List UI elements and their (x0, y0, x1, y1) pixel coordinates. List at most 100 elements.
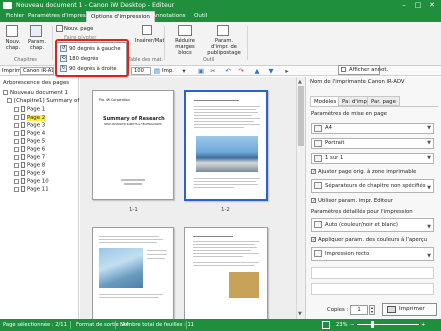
undo-icon[interactable]: ↶ (224, 67, 232, 75)
page-icon (21, 154, 25, 160)
zoom-out-icon[interactable]: − (350, 321, 354, 329)
insert-toc-button[interactable]: Insérer/Mat (135, 38, 165, 44)
scroll-thumb[interactable] (298, 86, 304, 146)
tree-page-10[interactable]: Page 10 (14, 178, 49, 186)
use-editor-settings-checkbox[interactable]: ✓ Utiliser param. impr. Editeur (311, 198, 393, 205)
zoom-select[interactable]: 100 (131, 67, 151, 75)
select-tool-icon[interactable]: ▣ (197, 67, 205, 75)
chevron-down-icon: ▼ (427, 185, 431, 191)
more-icon[interactable]: ▸ (283, 67, 291, 75)
fit-printable-area-checkbox[interactable]: ✓ Ajuster page orig. à zone imprimable (311, 169, 416, 176)
page-icon (21, 138, 25, 144)
thumb-text-line (194, 187, 234, 188)
chapter-separator-select[interactable]: Séparateurs de chapitre non spécifiés ▼ (311, 179, 434, 193)
tab-modeles[interactable]: Modèles (310, 96, 341, 106)
chapter-settings-icon (30, 25, 42, 37)
close-icon[interactable]: ✕ (425, 0, 439, 11)
preview-scrollbar[interactable]: ▲ ▼ (296, 77, 305, 319)
page-thumbnail-1-4[interactable] (184, 227, 268, 322)
print-button[interactable]: Imprimer (382, 303, 437, 316)
redo-icon[interactable]: ↷ (237, 67, 245, 75)
tree-page-11[interactable]: Page 11 (14, 186, 49, 194)
new-page-button[interactable]: Nouv. page (64, 26, 93, 32)
tree-page-label: Page 7 (27, 154, 46, 161)
apply-colors-preview-label: Appliquer param. des couleurs à l'aperçu (318, 237, 428, 243)
paper-icon (314, 125, 322, 132)
thumb-text-line (147, 250, 167, 251)
tree-page-3[interactable]: Page 3 (14, 122, 45, 130)
thumb-text-line (194, 109, 256, 110)
status-bar: Page sélectionnée : 2/11 Format de sorti… (0, 319, 441, 331)
thumb-text-line (147, 254, 167, 255)
copies-input[interactable]: 1 (350, 305, 368, 315)
tab-param-page[interactable]: Par. page (367, 96, 400, 106)
scroll-down-icon[interactable]: ▼ (298, 311, 302, 317)
tree-page-label: Page 6 (27, 146, 46, 153)
reduce-margins-button[interactable]: Réduire marges blocs (168, 38, 202, 56)
tree-document-label: Nouveau document 1 (10, 90, 69, 96)
printer-select[interactable]: Canon iR-ADV (20, 67, 54, 75)
page-thumbnail-1-2[interactable] (184, 90, 268, 201)
tree-page-label: Page 5 (27, 138, 46, 145)
imp-button[interactable]: Imp. (162, 67, 174, 75)
new-chapter-icon (6, 25, 18, 37)
tree-page-4[interactable]: Page 4 (14, 130, 45, 138)
tree-page-2[interactable]: Page 2 (14, 114, 46, 122)
cut-icon[interactable]: ✂ (209, 67, 217, 75)
layout-section-label: Paramètres de mise en page (311, 111, 388, 117)
move-up-icon[interactable]: ▲ (253, 67, 261, 75)
chevron-down-icon: ▼ (427, 125, 431, 131)
tab-options-impression[interactable]: Options d'impression (86, 11, 155, 22)
duplex-select[interactable]: Impression recto ▼ (311, 247, 434, 261)
tree-page-1[interactable]: Page 1 (14, 106, 45, 114)
tree-document[interactable]: Nouveau document 1 (3, 90, 68, 97)
fit-page-icon[interactable] (322, 321, 330, 329)
paper-size-value: A4 (325, 125, 332, 131)
maximize-icon[interactable]: □ (411, 0, 425, 11)
page-thumbnail-1-1[interactable]: Pro. iW Corporation Summary of Research … (92, 90, 174, 200)
minimize-icon[interactable]: – (397, 0, 411, 11)
tree-page-8[interactable]: Page 8 (14, 162, 45, 170)
print-icon[interactable]: ▤ (153, 67, 161, 75)
thumb-map-image (99, 248, 143, 288)
orientation-select[interactable]: Portrait ▼ (311, 138, 434, 149)
chevron-down-icon: ▼ (427, 224, 431, 230)
new-chapter-button[interactable]: Nouv. chap. (3, 39, 23, 51)
nup-icon (314, 155, 322, 162)
copies-label: Copies : (327, 307, 349, 313)
tab-outil[interactable]: Outil (190, 11, 211, 22)
more-settings-row[interactable] (311, 267, 434, 279)
tree-page-9[interactable]: Page 9 (14, 170, 45, 178)
tree-page-6[interactable]: Page 6 (14, 146, 45, 154)
thumb-text-line (147, 258, 165, 259)
checkbox-icon (14, 138, 19, 144)
mailmerge-settings-button[interactable]: Param. d'impr. de publipostage (206, 38, 242, 56)
show-annotations-button[interactable]: Afficher annot. (338, 65, 388, 75)
chapter-settings-button[interactable]: Param. chap. (26, 39, 48, 51)
tree-page-5[interactable]: Page 5 (14, 138, 45, 146)
zoom-in-icon[interactable]: + (421, 321, 425, 329)
zoom-slider[interactable] (357, 324, 419, 325)
tab-annotations[interactable]: Annotations (148, 11, 190, 22)
tree-chapter[interactable]: [Chapitre1] Summary of R (7, 98, 85, 105)
chevron-down-icon[interactable]: ▾ (180, 67, 188, 75)
chevron-down-icon: ▼ (427, 253, 431, 259)
pages-per-sheet-select[interactable]: 1 sur 1 ▼ (311, 153, 434, 164)
duplex-icon (314, 250, 322, 257)
copies-stepper[interactable]: ▴ ▾ (369, 305, 375, 315)
title-bar: Nouveau document 1 - Canon iW Desktop - … (0, 0, 441, 11)
tree-page-7[interactable]: Page 7 (14, 154, 45, 162)
zoom-slider-handle[interactable] (371, 321, 374, 328)
color-mode-select[interactable]: Auto (couleur/noir et blanc) ▼ (311, 218, 434, 232)
page-thumbnail-1-3[interactable] (92, 227, 174, 322)
scroll-up-icon[interactable]: ▲ (298, 79, 302, 85)
page-label: 1-1 (129, 207, 138, 213)
pages-per-sheet-value: 1 sur 1 (325, 155, 344, 161)
paper-size-select[interactable]: A4 ▼ (311, 123, 434, 134)
divider (115, 321, 116, 329)
thumb-text-line (193, 262, 259, 263)
move-down-icon[interactable]: ▼ (267, 67, 275, 75)
more-settings-row[interactable] (311, 283, 434, 295)
apply-colors-preview-checkbox[interactable]: ✓ Appliquer param. des couleurs à l'aperç… (311, 237, 427, 244)
checkbox-icon (14, 154, 19, 160)
